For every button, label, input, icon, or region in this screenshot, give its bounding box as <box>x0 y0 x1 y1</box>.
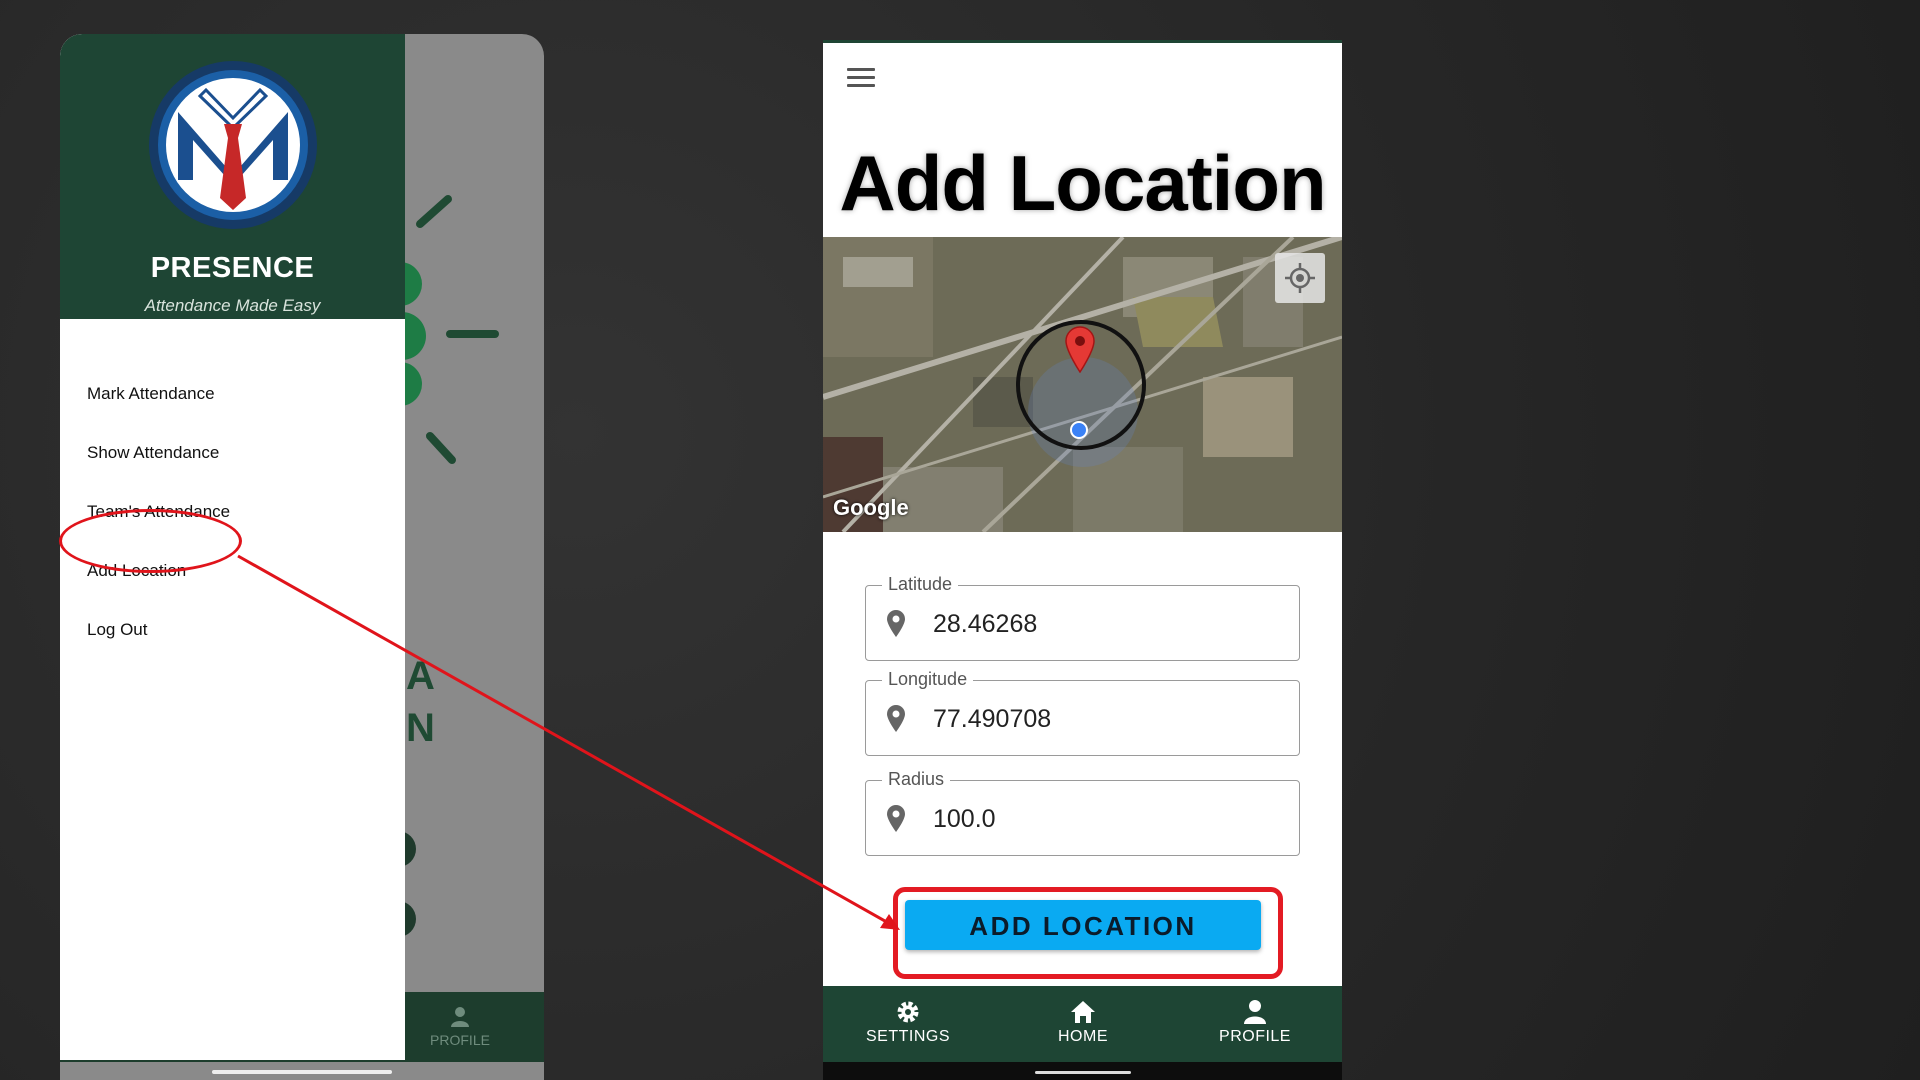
nav-settings[interactable]: SETTINGS <box>838 986 978 1062</box>
status-strip <box>823 40 1342 43</box>
longitude-value[interactable]: 77.490708 <box>933 705 1051 734</box>
nav-profile-label: PROFILE <box>1219 1028 1291 1045</box>
background-letter: A <box>406 654 435 698</box>
system-bar <box>823 1062 1342 1080</box>
brand-title: PRESENCE <box>150 252 315 284</box>
annotation-ellipse <box>59 509 242 573</box>
crosshair-icon <box>1285 263 1315 293</box>
map-pin-icon <box>887 805 905 832</box>
longitude-field[interactable]: Longitude 77.490708 <box>865 669 1300 756</box>
app-logo <box>148 60 318 230</box>
background-profile-label: PROFILE <box>430 1032 490 1048</box>
menu-item-show-attendance[interactable]: Show Attendance <box>87 443 219 463</box>
radius-label: Radius <box>882 769 951 790</box>
bottom-navigation: SETTINGS HOME PROFILE <box>823 986 1342 1062</box>
background-illustration <box>400 195 499 464</box>
longitude-label: Longitude <box>882 669 974 690</box>
location-pin-icon <box>1065 326 1095 373</box>
right-phone-screenshot: Add Location Google Latitude 28.46268 Lo… <box>823 40 1342 1080</box>
latitude-label: Latitude <box>882 574 959 595</box>
satellite-map-image <box>823 237 1342 532</box>
radius-field[interactable]: Radius 100.0 <box>865 769 1300 856</box>
page-title: Add Location <box>839 139 1326 227</box>
nav-settings-label: SETTINGS <box>865 1028 950 1045</box>
latitude-value[interactable]: 28.46268 <box>933 610 1037 639</box>
radius-value[interactable]: 100.0 <box>933 805 996 834</box>
map-pin-icon <box>887 705 905 732</box>
google-attribution: Google <box>833 495 909 520</box>
background-profile-tab: PROFILE <box>400 994 520 1048</box>
person-icon <box>451 1007 469 1027</box>
nav-home-label: HOME <box>1058 1028 1108 1045</box>
map-view[interactable]: Google <box>823 237 1342 532</box>
home-indicator <box>212 1070 392 1074</box>
latitude-field[interactable]: Latitude 28.46268 <box>865 574 1300 661</box>
gear-icon <box>897 1001 919 1023</box>
add-location-button[interactable]: ADD LOCATION <box>905 900 1261 950</box>
background-letter: N <box>406 706 435 750</box>
menu-item-log-out[interactable]: Log Out <box>87 620 148 640</box>
menu-icon[interactable] <box>847 68 875 90</box>
map-pin-icon <box>887 610 905 637</box>
home-indicator <box>1035 1071 1131 1074</box>
nav-home[interactable]: HOME <box>1013 986 1153 1062</box>
brand-subtitle: Attendance Made Easy <box>144 296 321 315</box>
drawer-header: PRESENCE Attendance Made Easy <box>60 34 405 319</box>
nav-profile[interactable]: PROFILE <box>1185 986 1325 1062</box>
my-location-button[interactable] <box>1275 253 1325 303</box>
person-icon <box>1244 1000 1266 1024</box>
tie-logo-icon <box>149 61 317 229</box>
home-icon <box>1071 1001 1095 1023</box>
menu-item-mark-attendance[interactable]: Mark Attendance <box>87 384 215 404</box>
